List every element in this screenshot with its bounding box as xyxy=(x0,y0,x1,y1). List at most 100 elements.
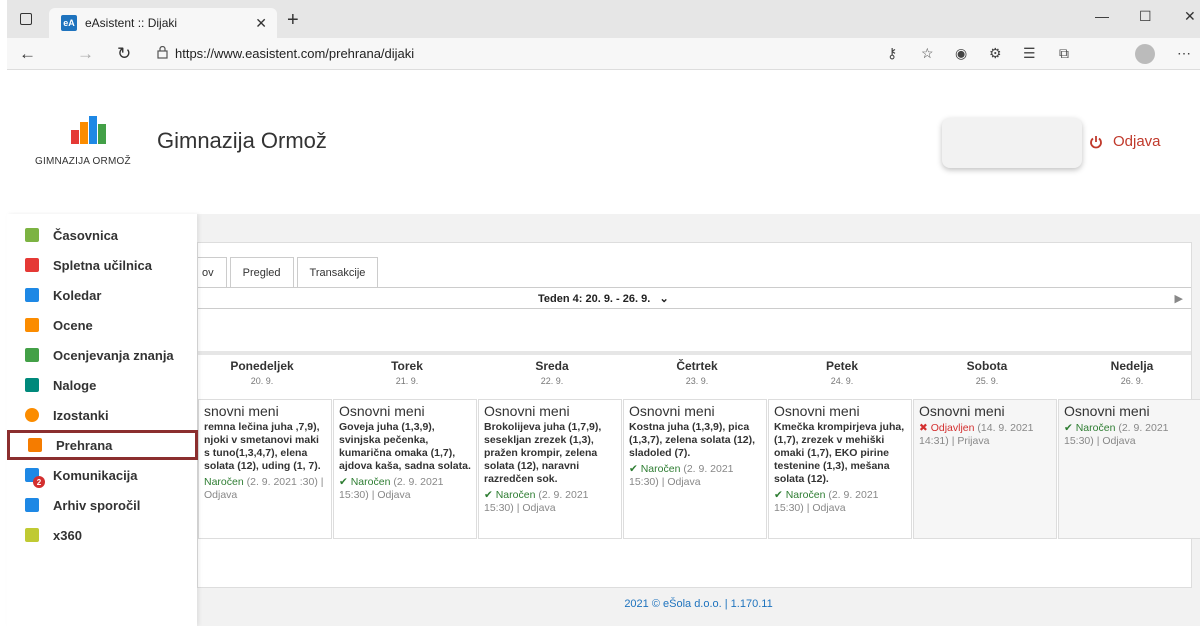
status-time: (2. 9. 2021 xyxy=(243,476,300,488)
clock-icon xyxy=(25,408,39,422)
forward-icon[interactable]: → xyxy=(77,44,94,64)
order-status: Naročen (2. 9. 2021 :30) | Odjava xyxy=(204,476,326,502)
cancelled-status: ✖ Odjavljen xyxy=(919,422,975,434)
status-time: (2. 9. 2021 xyxy=(680,463,734,475)
more-icon[interactable]: ⋯ xyxy=(1177,45,1191,62)
day-date: 25. 9. xyxy=(975,376,999,386)
day-menu-cell[interactable]: snovni meni remna lečina juha ,7,9), njok… xyxy=(198,399,332,539)
refresh-icon[interactable]: ↻ xyxy=(117,44,131,64)
sidebar-item-x360[interactable]: x360 xyxy=(7,520,197,550)
day-menu-cell[interactable]: Osnovni meni Kmečka krompirjeva juha, (1,… xyxy=(768,399,912,539)
extension-icon[interactable]: ◉ xyxy=(955,45,967,62)
menu-description: Kmečka krompirjeva juha, (1,7), zrezek v… xyxy=(774,421,905,485)
sidebar-item-prehrana[interactable]: Prehrana xyxy=(7,430,198,460)
tab-ov[interactable]: ov xyxy=(198,257,227,287)
day-date: 20. 9. xyxy=(250,376,274,386)
sidebar-item-naloge[interactable]: Naloge xyxy=(7,370,197,400)
minimize-icon[interactable]: — xyxy=(1095,8,1109,24)
sidebar-item-spletna-u-ilnica[interactable]: Spletna učilnica xyxy=(7,250,197,280)
menu-description: Kostna juha (1,3,9), pica (1,3,7), zelen… xyxy=(629,421,756,459)
day-header: Četrtek 23. 9. xyxy=(625,359,769,386)
x-icon xyxy=(25,258,39,272)
logo-bars-icon xyxy=(71,116,106,144)
menu-description: remna lečina juha ,7,9), njoki v smetano… xyxy=(204,421,321,472)
favicon-icon: eA xyxy=(61,15,77,31)
day-name: Torek xyxy=(391,359,423,373)
day-menu-cell[interactable]: Osnovni meni ✔ Naročen (2. 9. 2021 15:30)… xyxy=(1058,399,1200,539)
status-action-link[interactable]: 15:30) | Odjava xyxy=(629,476,701,488)
logout-label: Odjava xyxy=(1113,133,1161,150)
status-time: (2. 9. 2021 xyxy=(535,489,589,501)
day-header: Nedelja 26. 9. xyxy=(1060,359,1200,386)
week-select[interactable]: Teden 4: 20. 9. - 26. 9. ⌄ xyxy=(538,292,669,305)
collections-icon[interactable]: ⧉ xyxy=(1059,45,1069,62)
profile-avatar[interactable] xyxy=(1135,44,1155,64)
favorites-add-icon[interactable]: ☆ xyxy=(921,45,934,62)
order-status: ✔ Naročen (2. 9. 2021 15:30) | Odjava xyxy=(339,476,471,502)
sidebar-item-label: Naloge xyxy=(53,377,97,393)
day-menu-cell[interactable]: Osnovni meni Brokolijeva juha (1,7,9), se… xyxy=(478,399,622,539)
day-date: 23. 9. xyxy=(685,376,709,386)
back-icon[interactable]: ← xyxy=(19,44,36,64)
menu-description: Brokolijeva juha (1,7,9), sesekljan zrez… xyxy=(484,421,602,485)
page: GIMNAZIJA ORMOŽ Gimnazija Ormož Odjava Č… xyxy=(7,70,1200,626)
ordered-status: ✔ Naročen xyxy=(629,463,681,475)
sidebar-item-label: Arhiv sporočil xyxy=(53,497,141,513)
ordered-status: Naročen xyxy=(204,476,244,488)
day-menu-cell[interactable]: Osnovni meni ✖ Odjavljen (14. 9. 2021 14:… xyxy=(913,399,1057,539)
key-icon[interactable]: ⚷ xyxy=(887,45,897,62)
tab-transakcije[interactable]: Transakcije xyxy=(296,257,379,287)
day-name: Četrtek xyxy=(676,359,718,373)
status-action-link[interactable]: 15:30) | Odjava xyxy=(1064,435,1136,447)
user-box[interactable] xyxy=(942,118,1082,168)
tab-pregled[interactable]: Pregled xyxy=(229,257,294,287)
status-time: (2. 9. 2021 xyxy=(390,476,444,488)
cube-icon xyxy=(25,228,39,242)
x360-icon xyxy=(25,528,39,542)
url-input[interactable]: https://www.easistent.com/prehrana/dijak… xyxy=(175,46,414,61)
browser-tab[interactable]: eA eAsistent :: Dijaki ✕ xyxy=(49,8,277,38)
close-tab-icon[interactable]: ✕ xyxy=(255,15,267,32)
footer: 2021 © eŠola d.o.o. | 1.170.11 xyxy=(624,598,773,610)
logout-button[interactable]: Odjava xyxy=(1089,133,1161,150)
day-name: Sreda xyxy=(535,359,569,373)
sidebar-item-ocene[interactable]: Ocene xyxy=(7,310,197,340)
sidebar-item--asovnica[interactable]: Časovnica xyxy=(7,220,197,250)
day-header: Ponedeljek 20. 9. xyxy=(190,359,334,386)
day-menu-cell[interactable]: Osnovni meni Kostna juha (1,3,9), pica (1… xyxy=(623,399,767,539)
day-menu-cell[interactable]: Osnovni meni Goveja juha (1,3,9), svinjsk… xyxy=(333,399,477,539)
close-window-icon[interactable]: ✕ xyxy=(1184,8,1196,25)
school-name: Gimnazija Ormož xyxy=(157,128,327,153)
next-week-icon[interactable]: ▶ xyxy=(1175,292,1183,305)
status-time: (2. 9. 2021 xyxy=(1115,422,1169,434)
sidebar-item-koledar[interactable]: Koledar xyxy=(7,280,197,310)
sidebar-item-komunikacija[interactable]: 2 Komunikacija xyxy=(7,460,197,490)
meal-panel: ov Pregled Transakcije Teden 4: 20. 9. - 2… xyxy=(197,242,1200,588)
tab-actions-icon[interactable] xyxy=(20,13,32,25)
status-action-link[interactable]: 15:30) | Odjava xyxy=(774,502,846,514)
sidebar-item-label: Koledar xyxy=(53,287,102,303)
status-action-link[interactable]: 15:30) | Odjava xyxy=(484,502,556,514)
status-action-link[interactable]: 14:31) | Prijava xyxy=(919,435,989,447)
sidebar-item-label: Ocenjevanja znanja xyxy=(53,347,174,363)
status-action-link[interactable]: 15:30) | Odjava xyxy=(339,489,411,501)
maximize-icon[interactable]: ☐ xyxy=(1139,8,1152,25)
sidebar-item-arhiv-sporo-il[interactable]: Arhiv sporočil xyxy=(7,490,197,520)
week-selector[interactable]: Teden 4: 20. 9. - 26. 9. ⌄ ▶ xyxy=(198,287,1191,309)
order-status: ✔ Naročen (2. 9. 2021 15:30) | Odjava xyxy=(774,489,906,515)
logo-text: GIMNAZIJA ORMOŽ xyxy=(35,156,131,167)
tab-strip: ov Pregled Transakcije xyxy=(198,257,381,287)
archive-icon xyxy=(25,498,39,512)
puzzle-icon[interactable]: ⚙ xyxy=(989,45,1002,62)
day-header: Sobota 25. 9. xyxy=(915,359,1059,386)
favorites-icon[interactable]: ☰ xyxy=(1023,45,1036,62)
sidebar-item-ocenjevanja-znanja[interactable]: Ocenjevanja znanja xyxy=(7,340,197,370)
sidebar: Časovnica Spletna učilnica Koledar Ocene Oce… xyxy=(7,214,198,626)
status-time: (14. 9. 2021 xyxy=(974,422,1034,434)
school-logo[interactable]: GIMNAZIJA ORMOŽ xyxy=(35,116,145,176)
power-icon xyxy=(1090,135,1102,148)
sidebar-item-izostanki[interactable]: Izostanki xyxy=(7,400,197,430)
ordered-status: ✔ Naročen xyxy=(484,489,536,501)
new-tab-icon[interactable]: + xyxy=(287,9,299,32)
menu-title: Osnovni meni xyxy=(919,403,1005,419)
